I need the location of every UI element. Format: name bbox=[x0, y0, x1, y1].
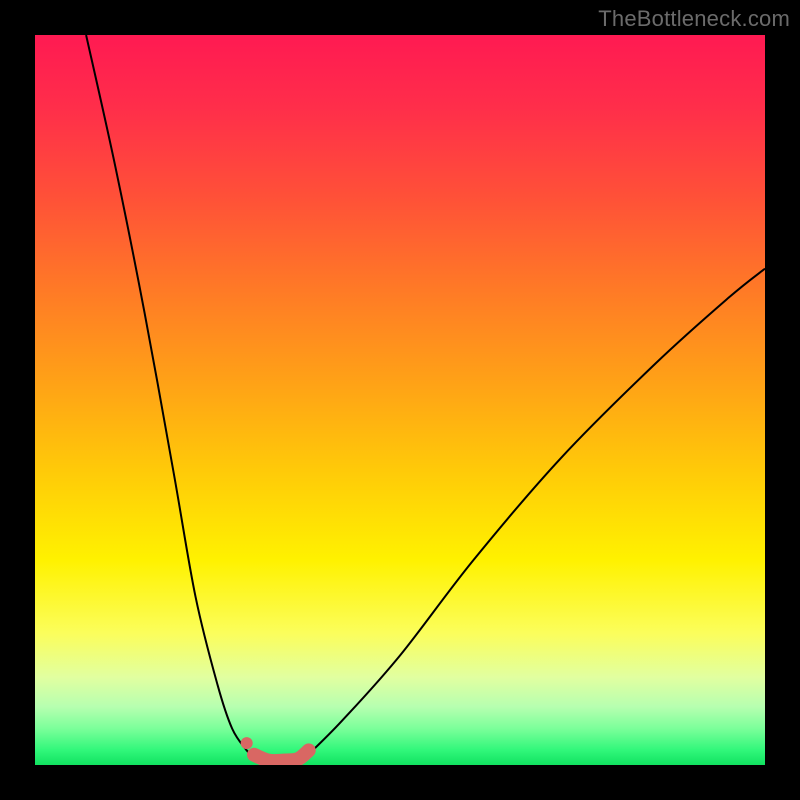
curve-layer bbox=[35, 35, 765, 765]
plot-area bbox=[35, 35, 765, 765]
chart-frame: TheBottleneck.com bbox=[0, 0, 800, 800]
watermark-text: TheBottleneck.com bbox=[598, 6, 790, 32]
bottleneck-sweet-spot-dot bbox=[241, 737, 253, 749]
curve-right-branch bbox=[305, 269, 765, 758]
bottleneck-sweet-spot-segment bbox=[254, 750, 309, 761]
curve-left-branch bbox=[86, 35, 254, 758]
